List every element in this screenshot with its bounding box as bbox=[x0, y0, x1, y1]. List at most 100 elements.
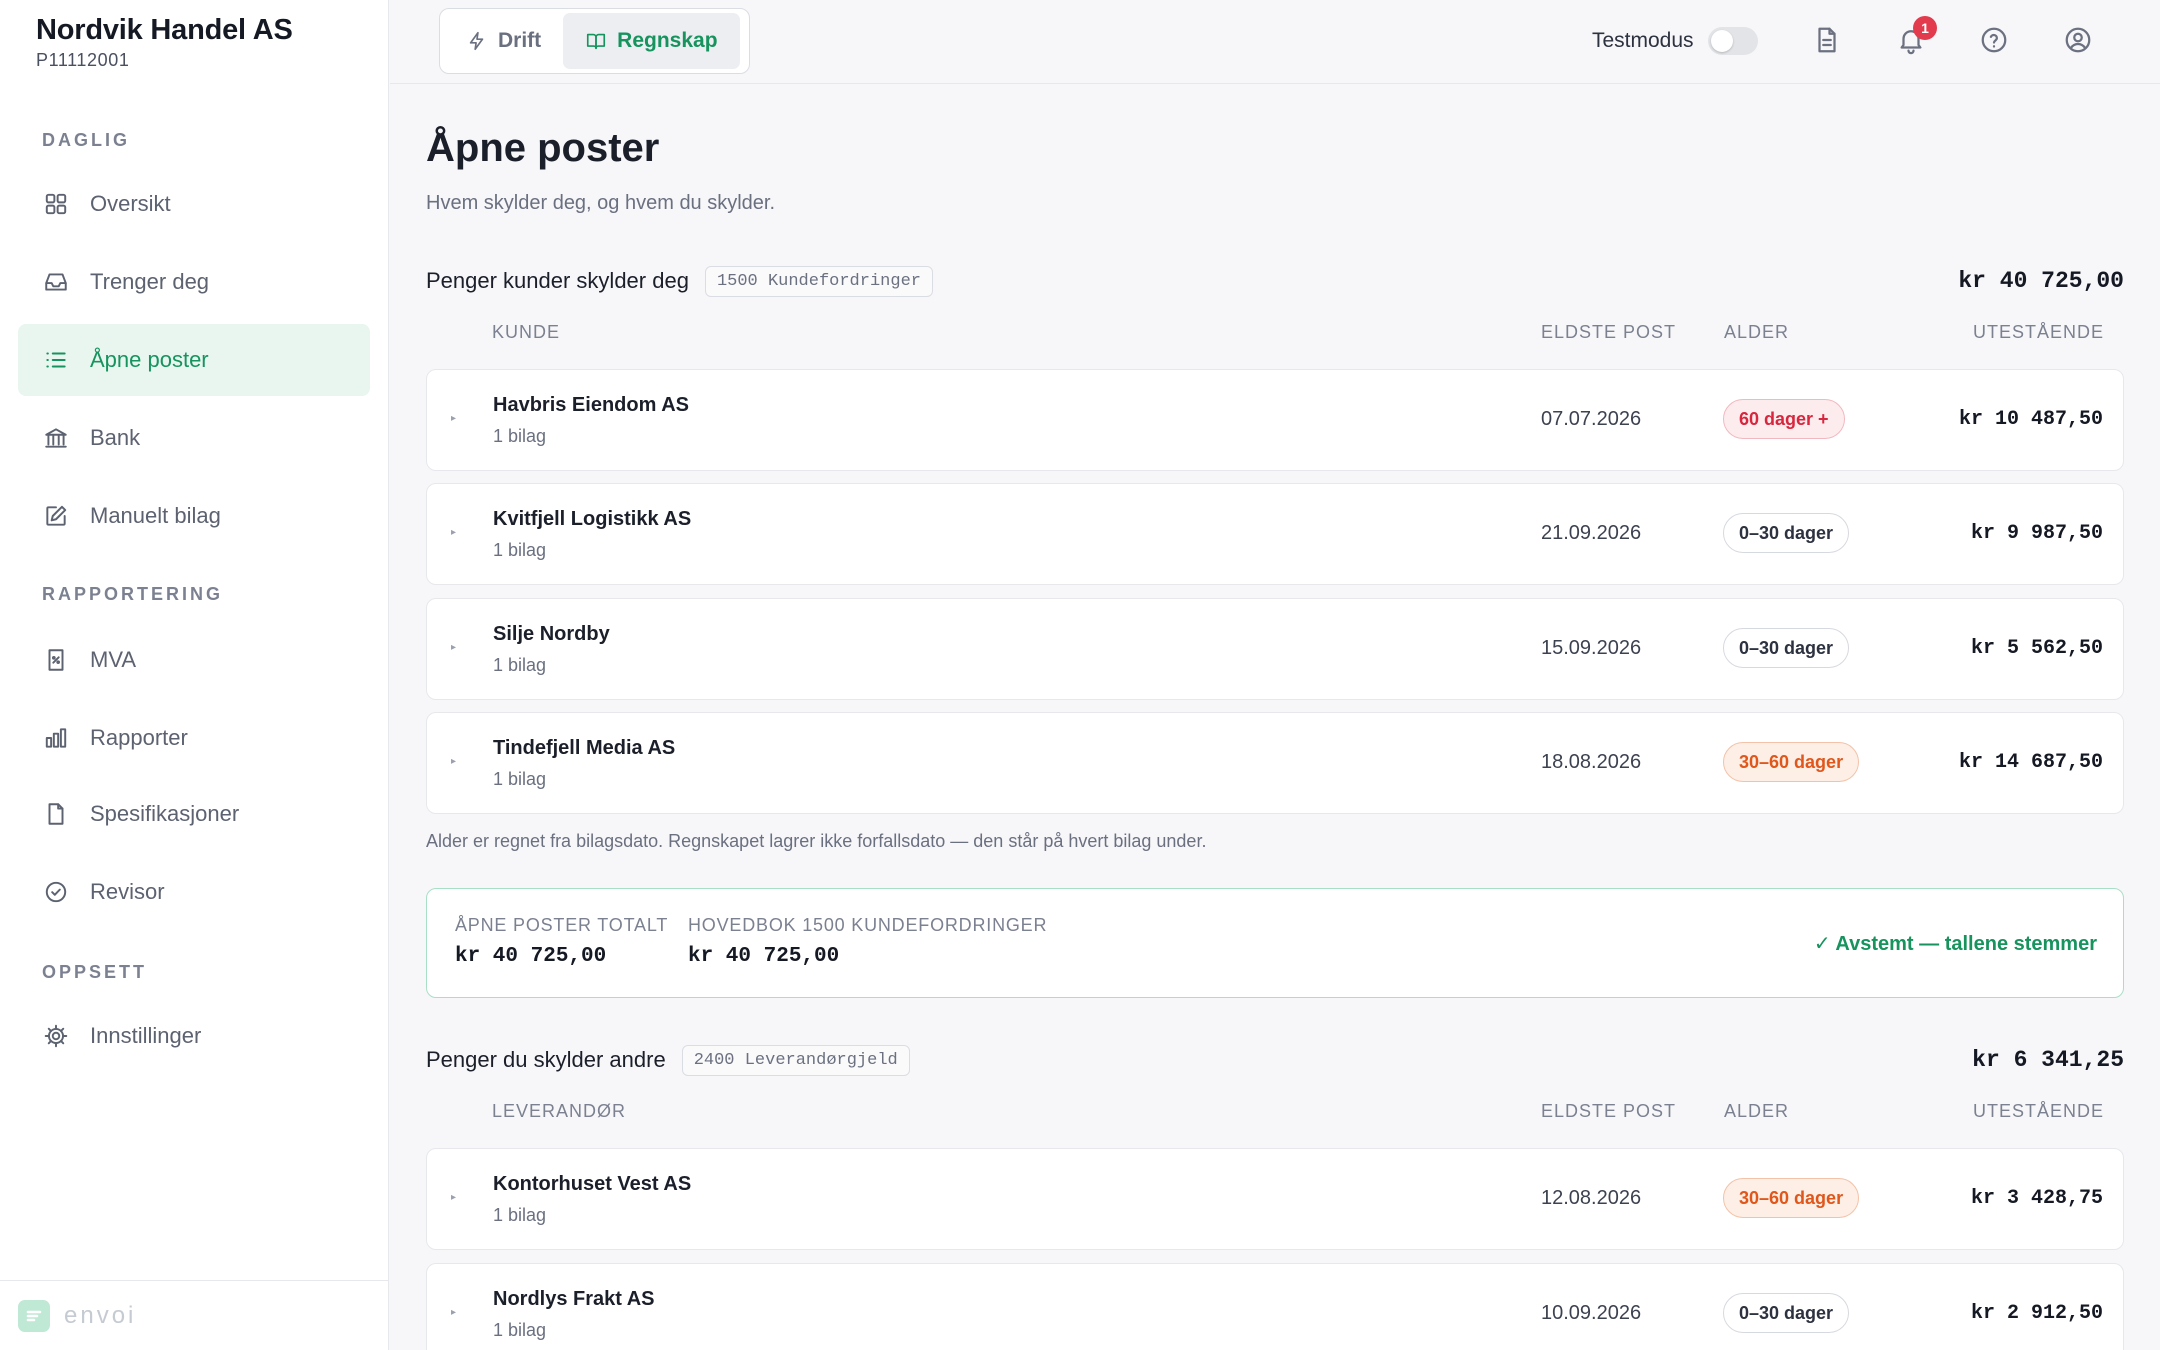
row-name: Kontorhuset Vest AS bbox=[493, 1173, 692, 1195]
edit-icon bbox=[42, 502, 70, 530]
row-count: 1 bilag bbox=[493, 655, 547, 675]
open-total-label: ÅPNE POSTER TOTALT bbox=[455, 915, 669, 935]
row-amount: kr 2 912,50 bbox=[1970, 1302, 2103, 1325]
sidebar-item-manuelt-bilag[interactable]: Manuelt bilag bbox=[18, 480, 370, 552]
col-oldest: ELDSTE POST bbox=[1541, 322, 1677, 342]
grid-icon bbox=[42, 190, 70, 218]
table-row[interactable]: ▸ Nordlys Frakt AS 1 bilag 10.09.2026 0–… bbox=[426, 1263, 2124, 1350]
col-customer: KUNDE bbox=[492, 322, 561, 342]
open-total-value: kr 40 725,00 bbox=[455, 945, 607, 968]
sidebar-item-oversikt[interactable]: Oversikt bbox=[18, 168, 370, 240]
table-row[interactable]: ▸ Silje Nordby 1 bilag 15.09.2026 0–30 d… bbox=[426, 598, 2124, 700]
notifications-button[interactable]: 1 bbox=[1893, 16, 1937, 58]
topbar: Drift Regnskap Testmodus 1 bbox=[390, 0, 2160, 84]
help-icon bbox=[1981, 27, 2007, 53]
row-date: 10.09.2026 bbox=[1541, 1302, 1642, 1324]
reconciliation-card: ÅPNE POSTER TOTALT kr 40 725,00 HOVEDBOK… bbox=[426, 888, 2124, 998]
sidebar-item-spesifikasjoner[interactable]: Spesifikasjoner bbox=[18, 778, 370, 850]
table-row[interactable]: ▸ Havbris Eiendom AS 1 bilag 07.07.2026 … bbox=[426, 369, 2124, 471]
sidebar-item-label: Åpne poster bbox=[90, 347, 209, 372]
company-name: Nordvik Handel AS bbox=[36, 14, 293, 46]
table-row[interactable]: ▸ Kontorhuset Vest AS 1 bilag 12.08.2026… bbox=[426, 1148, 2124, 1250]
age-badge: 0–30 dager bbox=[1723, 1293, 1850, 1333]
row-date: 15.09.2026 bbox=[1541, 637, 1642, 659]
expand-caret-icon[interactable]: ▸ bbox=[451, 756, 456, 767]
bank-icon bbox=[42, 424, 70, 452]
payables-title: Penger du skylder andre bbox=[426, 1047, 666, 1072]
bolt-icon bbox=[469, 31, 484, 51]
account-button[interactable] bbox=[2060, 22, 2096, 58]
module-switch: Drift Regnskap bbox=[439, 8, 750, 74]
table-row[interactable]: ▸ Tindefjell Media AS 1 bilag 18.08.2026… bbox=[426, 712, 2124, 814]
expand-caret-icon[interactable]: ▸ bbox=[451, 1307, 456, 1318]
receivables-header: Penger kunder skylder deg 1500 Kundeford… bbox=[426, 261, 2124, 301]
company-header[interactable]: Nordvik Handel AS P11112001 bbox=[36, 14, 293, 71]
ledger-value: kr 40 725,00 bbox=[688, 945, 840, 968]
age-note: Alder er regnet fra bilagsdato. Regnskap… bbox=[426, 831, 1207, 851]
inbox-icon bbox=[42, 268, 70, 296]
row-count: 1 bilag bbox=[493, 1205, 547, 1225]
expand-caret-icon[interactable]: ▸ bbox=[451, 527, 456, 538]
row-name: Kvitfjell Logistikk AS bbox=[493, 508, 692, 530]
brand-name: envoi bbox=[64, 1301, 137, 1329]
payables-column-headers: LEVERANDØR ELDSTE POST ALDER UTESTÅENDE bbox=[426, 1097, 2124, 1127]
row-date: 18.08.2026 bbox=[1541, 751, 1642, 773]
gear-icon bbox=[42, 1022, 70, 1050]
payables-account-chip[interactable]: 2400 Leverandørgjeld bbox=[681, 1044, 910, 1076]
list-icon bbox=[42, 346, 70, 374]
row-amount: kr 10 487,50 bbox=[1958, 408, 2103, 431]
book-icon bbox=[587, 33, 606, 50]
receivables-account-chip[interactable]: 1500 Kundefordringer bbox=[704, 265, 933, 297]
col-age: ALDER bbox=[1724, 1101, 1790, 1121]
age-badge: 0–30 dager bbox=[1723, 513, 1850, 553]
sidebar-item-label: Manuelt bilag bbox=[90, 503, 221, 528]
section-oppsett: OPPSETT bbox=[42, 962, 148, 982]
sidebar-item-rapporter[interactable]: Rapporter bbox=[18, 702, 370, 774]
notification-count-badge: 1 bbox=[1913, 16, 1937, 40]
receivables-total: kr 40 725,00 bbox=[1958, 268, 2124, 294]
col-outstanding: UTESTÅENDE bbox=[1972, 322, 2104, 342]
testmode-label: Testmodus bbox=[1592, 29, 1694, 52]
row-count: 1 bilag bbox=[493, 426, 547, 446]
col-outstanding: UTESTÅENDE bbox=[1972, 1101, 2104, 1121]
sidebar-item-mva[interactable]: MVA bbox=[18, 624, 370, 696]
expand-caret-icon[interactable]: ▸ bbox=[451, 642, 456, 653]
documents-button[interactable] bbox=[1809, 22, 1845, 58]
receivables-column-headers: KUNDE ELDSTE POST ALDER UTESTÅENDE bbox=[426, 318, 2124, 348]
bar-chart-icon bbox=[42, 724, 70, 752]
row-amount: kr 5 562,50 bbox=[1970, 637, 2103, 660]
row-date: 21.09.2026 bbox=[1541, 522, 1642, 544]
sidebar-item-trenger-deg[interactable]: Trenger deg bbox=[18, 246, 370, 318]
sidebar-item-apne-poster[interactable]: Åpne poster bbox=[18, 324, 370, 396]
row-count: 1 bilag bbox=[493, 1320, 547, 1340]
page-subtitle: Hvem skylder deg, og hvem du skylder. bbox=[426, 192, 776, 214]
row-count: 1 bilag bbox=[493, 769, 547, 789]
sidebar-item-label: MVA bbox=[90, 647, 137, 672]
expand-caret-icon[interactable]: ▸ bbox=[451, 413, 456, 424]
sidebar-item-bank[interactable]: Bank bbox=[18, 402, 370, 474]
document-icon bbox=[1818, 27, 1836, 53]
sidebar-item-label: Bank bbox=[90, 425, 141, 450]
age-badge: 60 dager + bbox=[1723, 399, 1845, 439]
tab-regnskap[interactable]: Regnskap bbox=[563, 13, 740, 69]
payables-total: kr 6 341,25 bbox=[1972, 1047, 2124, 1073]
sidebar-item-label: Revisor bbox=[90, 879, 165, 904]
table-row[interactable]: ▸ Kvitfjell Logistikk AS 1 bilag 21.09.2… bbox=[426, 483, 2124, 585]
sidebar-item-revisor[interactable]: Revisor bbox=[18, 856, 370, 928]
ledger-label: HOVEDBOK 1500 KUNDEFORDRINGER bbox=[688, 915, 1048, 935]
expand-caret-icon[interactable]: ▸ bbox=[451, 1192, 456, 1203]
sidebar: Nordvik Handel AS P11112001 DAGLIG Overs… bbox=[0, 0, 389, 1350]
sidebar-item-innstillinger[interactable]: Innstillinger bbox=[18, 1000, 370, 1072]
sidebar-item-label: Spesifikasjoner bbox=[90, 801, 240, 826]
row-amount: kr 9 987,50 bbox=[1970, 522, 2103, 545]
sidebar-item-label: Innstillinger bbox=[90, 1023, 202, 1048]
reconciliation-status: ✓ Avstemt — tallene stemmer bbox=[1813, 933, 2097, 955]
row-date: 07.07.2026 bbox=[1541, 408, 1642, 430]
age-badge: 0–30 dager bbox=[1723, 628, 1850, 668]
check-circle-icon bbox=[42, 878, 70, 906]
testmode-toggle[interactable] bbox=[1707, 27, 1758, 55]
section-rapportering: RAPPORTERING bbox=[42, 584, 224, 604]
help-button[interactable] bbox=[1976, 22, 2012, 58]
sidebar-item-label: Trenger deg bbox=[90, 269, 210, 294]
tab-drift[interactable]: Drift bbox=[444, 13, 563, 69]
